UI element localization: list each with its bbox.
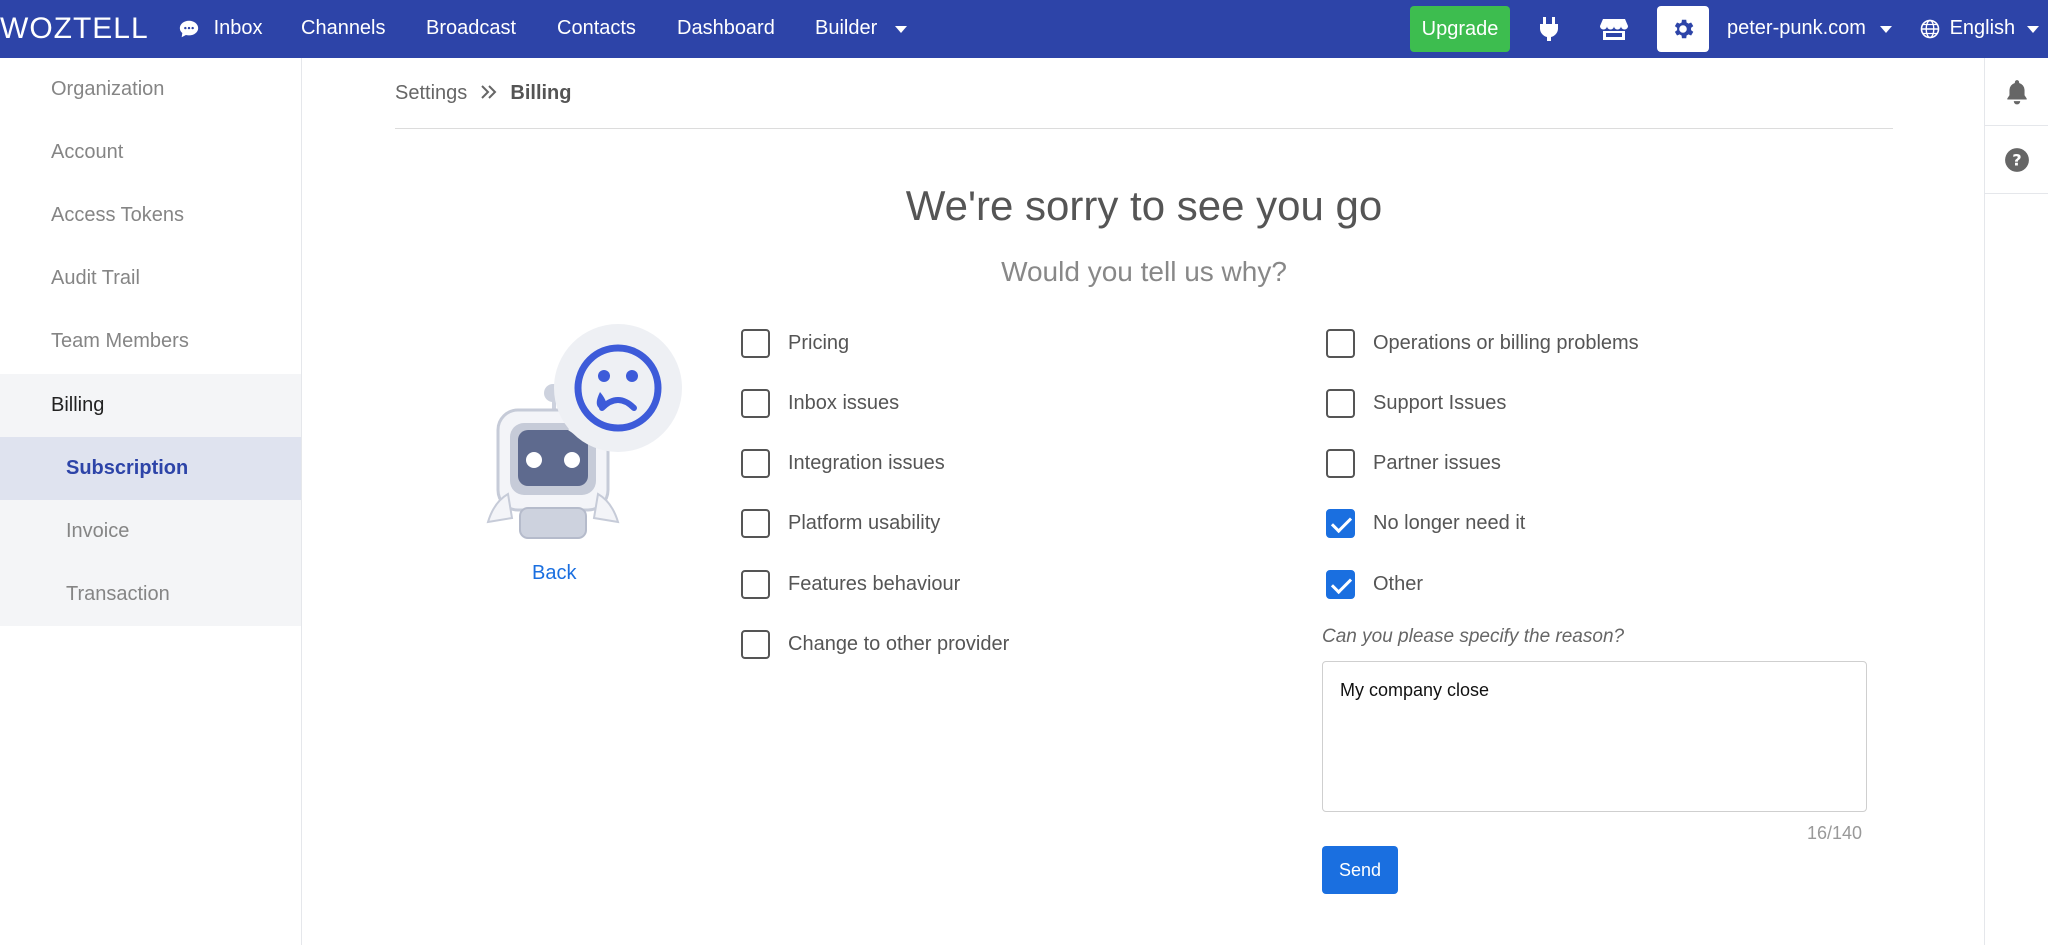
checkbox[interactable] (741, 448, 770, 478)
caret-down-icon (1879, 25, 1892, 33)
reason-other[interactable]: Other (1326, 569, 1423, 599)
checkbox[interactable] (741, 569, 770, 599)
double-chevron-right-icon (481, 85, 497, 99)
character-counter: 16/140 (1806, 823, 1862, 843)
reason-support-issues[interactable]: Support Issues (1326, 388, 1506, 418)
reason-label: Integration issues (788, 451, 945, 474)
sad-robot-illustration (486, 324, 682, 539)
checkbox[interactable] (1326, 328, 1355, 358)
sidebar-item-invoice[interactable]: Invoice (0, 500, 301, 563)
checkbox[interactable] (1326, 388, 1355, 418)
svg-text:?: ? (2012, 150, 2021, 169)
specify-reason-label: Can you please specify the reason? (1322, 626, 1625, 647)
reason-label: Change to other provider (788, 632, 1010, 655)
reason-partner-issues[interactable]: Partner issues (1326, 448, 1501, 478)
back-link[interactable]: Back (532, 562, 576, 585)
page-subtitle: Would you tell us why? (1001, 256, 1287, 287)
reason-platform-usability[interactable]: Platform usability (741, 508, 940, 538)
reason-change-provider[interactable]: Change to other provider (741, 629, 1009, 659)
reason-integration-issues[interactable]: Integration issues (741, 448, 945, 478)
sidebar-item-team-members[interactable]: Team Members (0, 310, 301, 373)
help-circle-icon: ? (2005, 147, 2029, 172)
reason-label: Features behaviour (788, 572, 961, 595)
send-button[interactable]: Send (1322, 846, 1398, 894)
breadcrumb-divider (395, 128, 1893, 129)
reason-label: Pricing (788, 331, 850, 354)
reason-inbox-issues[interactable]: Inbox issues (741, 388, 899, 418)
woztell-logo[interactable]: WOZTELL (0, 12, 149, 46)
reason-features-behaviour[interactable]: Features behaviour (741, 569, 960, 599)
checkbox[interactable] (1326, 448, 1355, 478)
nav-inbox-label: Inbox (213, 17, 263, 39)
chat-bubble-icon (179, 20, 199, 37)
top-navbar: WOZTELL Inbox Channels Broadcast Contact… (0, 0, 2048, 58)
bell-icon (2007, 79, 2027, 104)
upgrade-button[interactable]: Upgrade (1410, 6, 1510, 52)
sidebar-item-access-tokens[interactable]: Access Tokens (0, 184, 301, 247)
nav-channels[interactable]: Channels (301, 17, 386, 40)
checkbox-checked[interactable] (1326, 508, 1355, 538)
breadcrumb-settings[interactable]: Settings (395, 82, 467, 104)
sidebar-item-organization[interactable]: Organization (0, 58, 301, 121)
reason-operations-billing[interactable]: Operations or billing problems (1326, 328, 1639, 358)
account-name: peter-punk.com (1727, 17, 1866, 39)
reason-label: No longer need it (1373, 511, 1526, 534)
checkbox[interactable] (741, 388, 770, 418)
nav-contacts[interactable]: Contacts (557, 17, 636, 40)
right-rail: ? (1984, 58, 2048, 945)
account-dropdown[interactable]: peter-punk.com (1727, 17, 1894, 40)
language-dropdown[interactable]: English (1920, 17, 2041, 40)
sidebar-item-billing[interactable]: Billing (0, 374, 301, 437)
caret-down-icon (2026, 25, 2039, 33)
checkbox-checked[interactable] (1326, 569, 1355, 599)
store-button[interactable] (1591, 6, 1637, 52)
reason-label: Support Issues (1373, 391, 1507, 414)
help-button[interactable]: ? (1985, 126, 2048, 194)
page-title: We're sorry to see you go (905, 182, 1383, 229)
integrations-button[interactable] (1526, 6, 1572, 52)
reason-pricing[interactable]: Pricing (741, 328, 849, 358)
checkbox[interactable] (741, 629, 770, 659)
nav-builder-label: Builder (815, 17, 878, 39)
plug-icon (1540, 17, 1558, 41)
reason-no-longer-need[interactable]: No longer need it (1326, 508, 1525, 538)
sidebar-item-subscription[interactable]: Subscription (0, 437, 301, 500)
reason-label: Other (1373, 572, 1424, 595)
nav-builder[interactable]: Builder (815, 17, 909, 40)
nav-broadcast[interactable]: Broadcast (426, 17, 516, 40)
reason-label: Partner issues (1373, 451, 1501, 474)
sidebar-item-audit-trail[interactable]: Audit Trail (0, 247, 301, 310)
checkbox[interactable] (741, 508, 770, 538)
caret-down-icon (894, 25, 907, 33)
reason-label: Platform usability (788, 511, 941, 534)
notifications-button[interactable] (1985, 58, 2048, 126)
nav-dashboard[interactable]: Dashboard (677, 17, 775, 40)
reason-label: Operations or billing problems (1373, 331, 1639, 354)
gear-icon (1674, 19, 1694, 39)
settings-button[interactable] (1657, 6, 1709, 52)
language-label: English (1949, 17, 2016, 39)
settings-sidebar: Organization Account Access Tokens Audit… (0, 58, 302, 945)
store-icon (1600, 19, 1628, 40)
checkbox[interactable] (741, 328, 770, 358)
sidebar-item-account[interactable]: Account (0, 121, 301, 184)
nav-inbox[interactable]: Inbox (178, 17, 263, 40)
breadcrumb: Settings Billing (395, 82, 572, 105)
sidebar-item-transaction[interactable]: Transaction (0, 563, 301, 626)
reason-textarea[interactable]: My company close (1322, 661, 1867, 812)
globe-icon (1920, 19, 1940, 39)
reason-label: Inbox issues (788, 391, 900, 414)
breadcrumb-billing: Billing (510, 82, 572, 104)
